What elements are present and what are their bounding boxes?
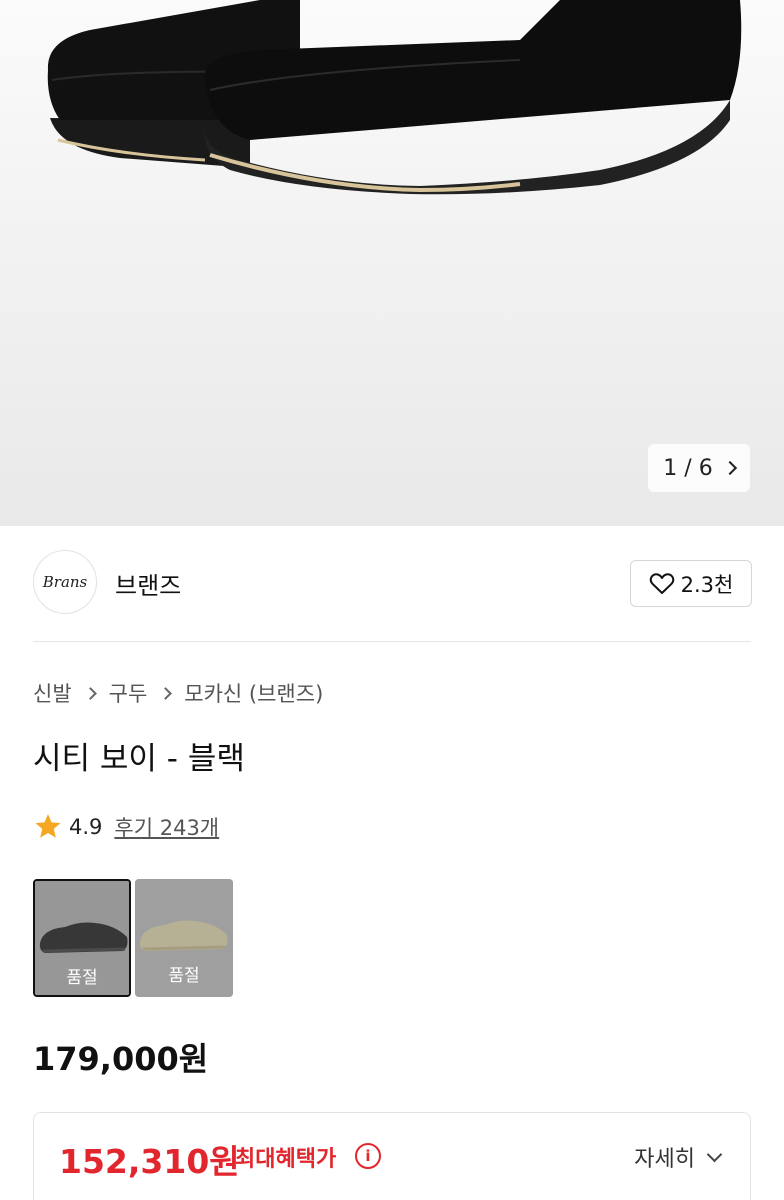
like-count: 2.3천 [680, 572, 734, 597]
gallery-pager[interactable]: 1 / 6 [648, 444, 750, 492]
divider [33, 641, 751, 642]
brand-name[interactable]: 브랜즈 [115, 566, 181, 601]
heart-icon [649, 572, 674, 594]
chevron-right-icon [83, 686, 97, 700]
brand-row: Brans 브랜즈 2.3천 [33, 550, 753, 616]
reviews-link[interactable]: 후기 243개 [114, 812, 219, 842]
breadcrumb-item-dress-shoes[interactable]: 구두 [109, 678, 148, 708]
details-button[interactable]: 자세히 [634, 1141, 723, 1173]
breadcrumb-item-shoes[interactable]: 신발 [33, 678, 72, 708]
sold-out-label: 품절 [66, 968, 98, 988]
chevron-down-icon [706, 1146, 723, 1162]
chevron-right-icon [159, 686, 173, 700]
rating-row: 4.9 후기 243개 [33, 812, 219, 842]
original-price: 179,000원 [33, 1040, 209, 1078]
brand-logo[interactable]: Brans [33, 550, 97, 614]
breadcrumb: 신발 구두 모카신 (브랜즈) [33, 678, 323, 708]
benefit-label: 최대혜택가 [235, 1147, 337, 1172]
info-icon[interactable]: i [355, 1143, 381, 1169]
product-image-gallery[interactable]: 1 / 6 [0, 0, 784, 526]
max-benefit-box[interactable]: 152,310원 최대혜택가 i 자세히 [33, 1112, 751, 1200]
rating-score: 4.9 [69, 815, 103, 839]
gallery-index: 1 / 6 [663, 455, 713, 481]
chevron-right-icon[interactable] [722, 460, 737, 476]
color-option-beige[interactable]: 품절 [135, 879, 233, 997]
color-option-black[interactable]: 품절 [33, 879, 131, 997]
like-button[interactable]: 2.3천 [630, 560, 752, 607]
star-icon [35, 814, 61, 838]
breadcrumb-item-moccasin[interactable]: 모카신 (브랜즈) [184, 678, 323, 708]
benefit-price: 152,310원 [59, 1142, 240, 1181]
product-title: 시티 보이 - 블랙 [33, 741, 245, 777]
brand-logo-text: Brans [42, 573, 88, 591]
sold-out-label: 품절 [168, 966, 200, 986]
details-label: 자세히 [634, 1147, 695, 1172]
